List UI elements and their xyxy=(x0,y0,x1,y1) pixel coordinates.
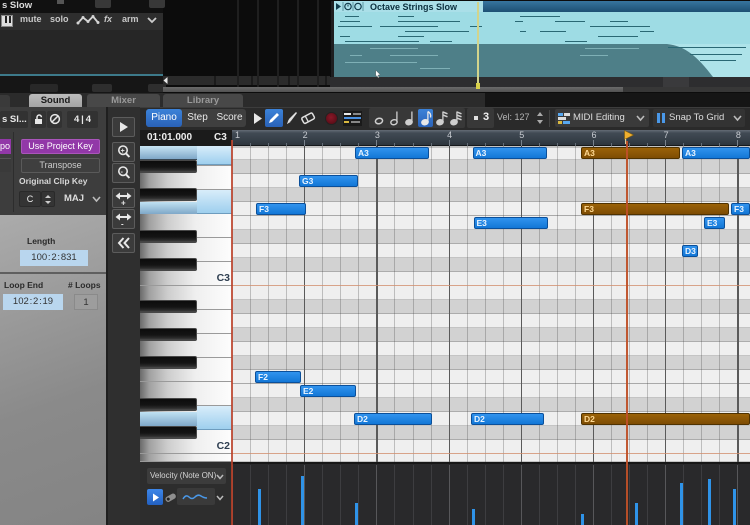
svg-text:+: + xyxy=(121,148,125,155)
svg-text:+: + xyxy=(121,199,126,207)
svg-text:-: - xyxy=(121,220,124,228)
